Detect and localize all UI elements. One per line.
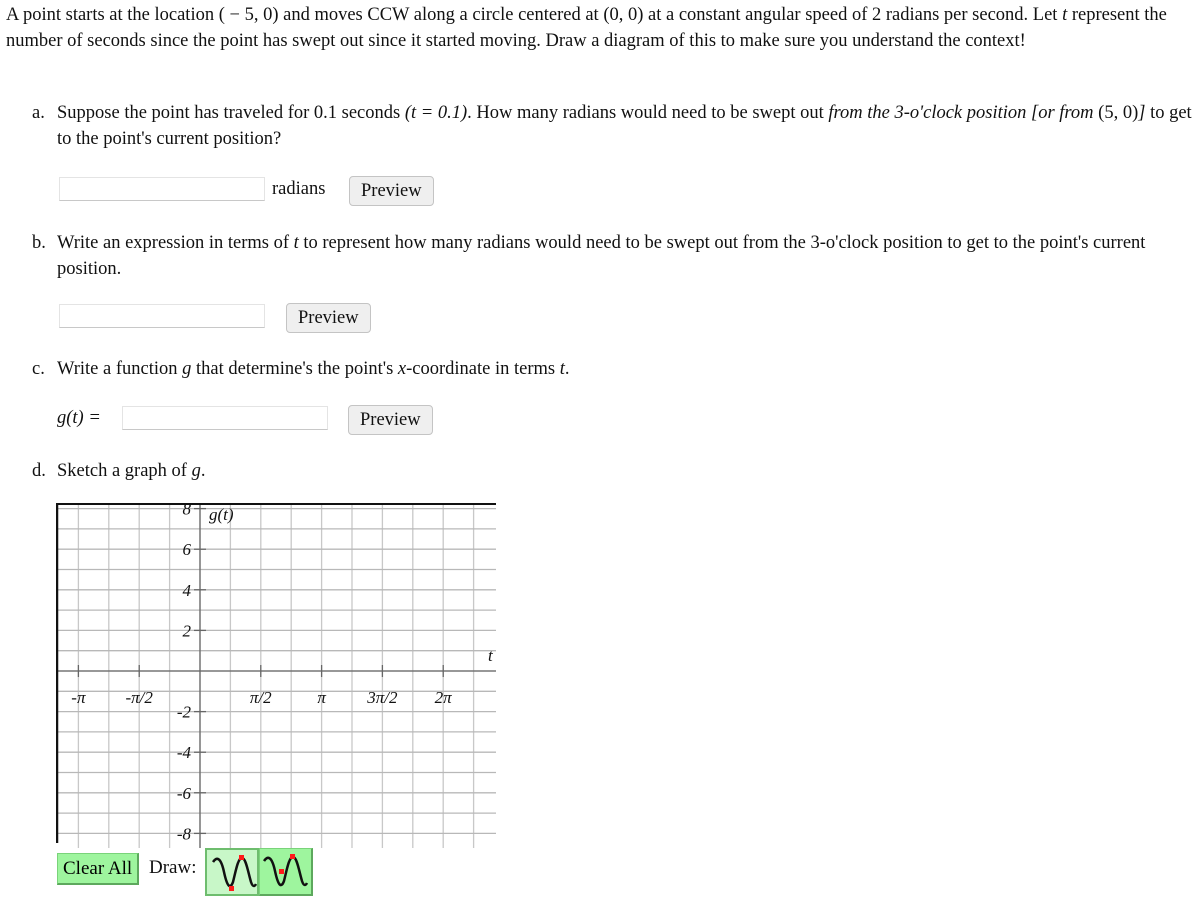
variable-x: x xyxy=(397,359,407,379)
answer-a-input[interactable] xyxy=(59,177,265,201)
y-tick-label: 8 xyxy=(183,503,192,519)
y-tick-label: 2 xyxy=(183,621,192,640)
part-label: a. xyxy=(32,103,45,123)
question-text: . xyxy=(564,359,570,379)
variable-g: g xyxy=(182,359,192,379)
grid-vertical xyxy=(77,503,475,848)
x-axis-label: t xyxy=(488,646,494,665)
question-text: Suppose the point has traveled for 0.1 s… xyxy=(57,103,405,123)
question-italic: from the 3-o'clock position [or from xyxy=(828,103,1099,123)
question-text: . How many radians would need to be swep… xyxy=(467,103,829,123)
sine-tool-button[interactable] xyxy=(205,848,259,896)
math-expression: (5, 0) xyxy=(1098,103,1139,123)
variable-g: g xyxy=(191,461,201,481)
y-tick-label: -2 xyxy=(177,703,192,722)
function-label: g(t) = xyxy=(57,408,101,428)
question-text: -coordinate in terms xyxy=(406,359,560,379)
problem-intro: A point starts at the location ( − 5, 0)… xyxy=(6,2,1196,54)
answer-b-input[interactable] xyxy=(59,304,265,328)
y-tick-label: -6 xyxy=(177,784,192,803)
sine-phase-tool-button[interactable] xyxy=(259,848,313,896)
answer-c-input[interactable] xyxy=(122,406,328,430)
sine-wave-phase-icon xyxy=(262,854,309,887)
y-axis-label: g(t) xyxy=(209,505,234,524)
clear-all-button[interactable]: Clear All xyxy=(57,853,140,885)
x-tick-label: π/2 xyxy=(250,688,272,707)
intro-text: at a constant angular speed of 2 radians… xyxy=(643,5,1063,25)
preview-b-button[interactable]: Preview xyxy=(286,303,371,333)
x-tick-label: 2π xyxy=(435,688,453,707)
preview-a-button[interactable]: Preview xyxy=(349,176,434,206)
question-text: that determine's the point's xyxy=(191,359,398,379)
center-point: (0, 0) xyxy=(603,5,644,25)
intro-text: and moves CCW along a circle centered at xyxy=(278,5,604,25)
x-tick-label: -π xyxy=(71,688,86,707)
preview-c-button[interactable]: Preview xyxy=(348,405,433,435)
part-d-question: Sketch a graph of g. xyxy=(57,458,1197,484)
y-tick-label: -8 xyxy=(177,824,192,843)
y-tick-label: -4 xyxy=(177,743,192,762)
question-text: Write an expression in terms of xyxy=(57,233,294,253)
question-text: Write a function xyxy=(57,359,183,379)
x-tick-label: -π/2 xyxy=(125,688,153,707)
draw-label: Draw: xyxy=(149,857,197,878)
part-c-question: Write a function g that determine's the … xyxy=(57,356,1197,382)
part-label: c. xyxy=(32,359,45,379)
graph-canvas[interactable]: -π -π/2 π/2 π 3π/2 2π 8 6 4 2 -2 -4 -6 -8 t g(t) xyxy=(56,503,496,848)
math-expression: (t = 0.1) xyxy=(404,103,468,123)
start-point: ( − 5, 0) xyxy=(218,5,279,25)
question-text: Sketch a graph of xyxy=(57,461,192,481)
question-text: . xyxy=(200,461,206,481)
part-label: b. xyxy=(32,233,46,253)
y-tick-label: 6 xyxy=(183,540,192,559)
part-a-question: Suppose the point has traveled for 0.1 s… xyxy=(57,100,1197,152)
unit-label: radians xyxy=(272,179,326,199)
part-label: d. xyxy=(32,461,46,481)
part-b-question: Write an expression in terms of t to rep… xyxy=(57,230,1197,282)
intro-text: A point starts at the location xyxy=(6,5,219,25)
x-tick-label: π xyxy=(317,688,326,707)
axes xyxy=(56,503,496,848)
x-tick-label: 3π/2 xyxy=(366,688,398,707)
sine-wave-icon xyxy=(211,855,257,891)
y-tick-label: 4 xyxy=(183,581,192,600)
